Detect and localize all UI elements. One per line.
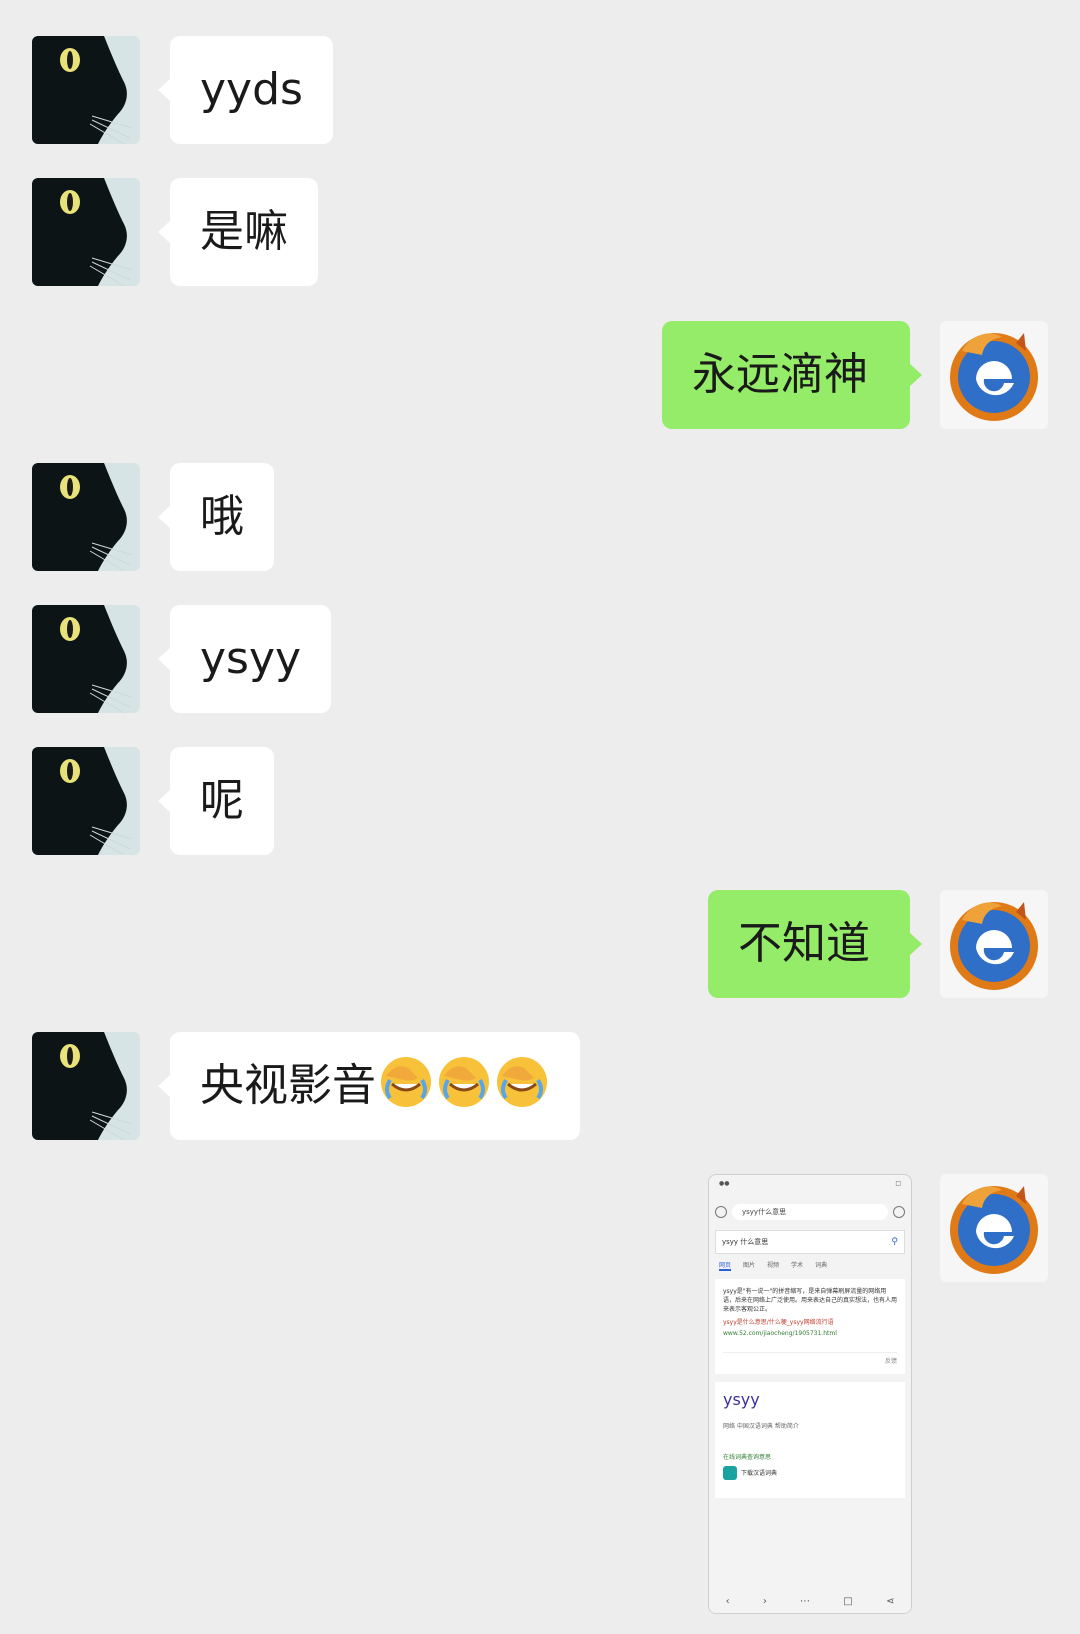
black-cat-avatar[interactable] [32, 178, 140, 286]
browser-nav-bar: ‹ › ⋯ □ ⋖ [709, 1589, 911, 1613]
message-bubble[interactable]: 哦 [158, 463, 274, 571]
search-text: ysyy 什么意思 [722, 1238, 769, 1246]
image-message-screenshot[interactable]: ●● □ ysyy什么意思 ysyy 什么意思 ⚲ 网页 图片 视频 学术 词典 … [708, 1174, 912, 1614]
refresh-icon [893, 1206, 905, 1218]
download-label: 下载汉语词典 [741, 1469, 778, 1477]
firefox-ie-logo-avatar[interactable] [940, 890, 1048, 998]
dictionary-meta: 网络 中国汉语词典 帮助简介 [723, 1423, 799, 1430]
result-snippet: ysyy是"有一说一"的拼音缩写，是来自弹幕刷屏流量的网络用语，后来在网络上广泛… [723, 1288, 898, 1313]
message-text: 央视影音 [200, 1060, 376, 1111]
dictionary-link: 在线词典查询意思 [723, 1454, 772, 1461]
message-bubble[interactable]: 央视影音 [158, 1032, 580, 1140]
search-result-card: ysyy是"有一说一"的拼音缩写，是来自弹幕刷屏流量的网络用语，后来在网络上广泛… [715, 1279, 905, 1374]
tab-academic: 学术 [791, 1262, 804, 1269]
tab-video: 视频 [767, 1262, 780, 1269]
facepalm-crying-emoji [378, 1054, 434, 1110]
search-icon: ⚲ [891, 1237, 898, 1247]
profile-icon [715, 1206, 727, 1218]
message-bubble[interactable]: yyds [158, 36, 333, 144]
tab-web: 网页 [719, 1262, 732, 1271]
black-cat-avatar[interactable] [32, 747, 140, 855]
share-icon: ⋖ [885, 1595, 895, 1607]
black-cat-avatar[interactable] [32, 605, 140, 713]
dictionary-word: ysyy [723, 1390, 760, 1409]
download-row: 下载汉语词典 [723, 1466, 897, 1480]
tabs-icon: □ [843, 1595, 853, 1607]
message-bubble[interactable]: 永远滴神 [662, 321, 922, 429]
black-cat-avatar[interactable] [32, 36, 140, 144]
browser-url-bar: ysyy什么意思 [715, 1202, 905, 1222]
firefox-ie-logo-avatar[interactable] [940, 1174, 1048, 1282]
result-tabs: 网页 图片 视频 学术 词典 [709, 1254, 911, 1271]
facepalm-crying-emoji [494, 1054, 550, 1110]
message-bubble[interactable]: 不知道 [708, 890, 922, 998]
forward-icon: › [762, 1595, 767, 1607]
message-bubble[interactable]: 呢 [158, 747, 274, 855]
message-bubble[interactable]: ysyy [157, 605, 332, 713]
dictionary-card: ysyy 网络 中国汉语词典 帮助简介 在线词典查询意思 下载汉语词典 [715, 1382, 905, 1498]
dictionary-app-icon [723, 1466, 737, 1480]
menu-icon: ⋯ [800, 1595, 811, 1607]
url-text: ysyy什么意思 [732, 1204, 888, 1220]
feedback-label: 反馈 [723, 1352, 897, 1366]
result-url: www.52.com/jiaocheng/1905731.html [723, 1330, 837, 1337]
facepalm-crying-emoji [436, 1054, 492, 1110]
search-box: ysyy 什么意思 ⚲ [715, 1230, 905, 1254]
chat-view: yyds 是嘛 永远滴神 哦 ysyy 呢 不知道 央视影音 ●● □ ysyy… [0, 0, 1080, 1634]
tab-images: 图片 [743, 1262, 756, 1269]
result-link: ysyy是什么意思/什么梗_ysyy网络流行语 [723, 1319, 834, 1326]
back-icon: ‹ [725, 1595, 730, 1607]
message-bubble[interactable]: 是嘛 [158, 178, 318, 286]
status-bar: ●● □ [719, 1180, 901, 1187]
firefox-ie-logo-avatar[interactable] [940, 321, 1048, 429]
black-cat-avatar[interactable] [32, 463, 140, 571]
tab-dictionary: 词典 [815, 1262, 828, 1269]
black-cat-avatar[interactable] [32, 1032, 140, 1140]
